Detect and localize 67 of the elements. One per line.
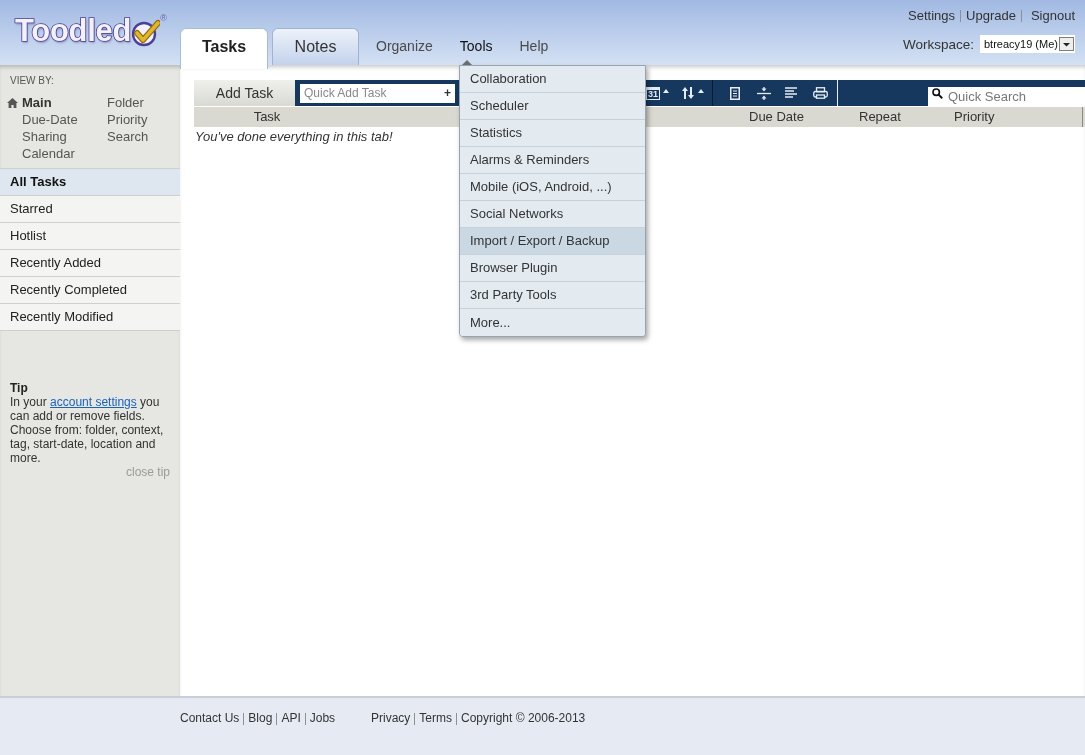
check-circle-icon bbox=[132, 19, 161, 47]
menu-item[interactable]: Mobile (iOS, Android, ...) bbox=[460, 174, 645, 201]
view-link[interactable]: Sharing bbox=[22, 128, 67, 145]
view-by-heading: VIEW BY: bbox=[9, 75, 55, 87]
view-link[interactable]: Calendar bbox=[22, 145, 75, 162]
tab[interactable]: Notes bbox=[272, 28, 359, 65]
tip-text: In your account settings you can add or remove fields. Choose from: folder, context, tag, start-date, location and more. bbox=[9, 395, 165, 465]
tab[interactable]: Tasks bbox=[180, 28, 268, 69]
view-link[interactable]: Priority bbox=[107, 111, 148, 128]
document-icon[interactable] bbox=[730, 86, 740, 100]
view-link[interactable]: Folder bbox=[107, 94, 144, 111]
lines-icon[interactable] bbox=[785, 87, 797, 99]
list-item[interactable]: Recently Added bbox=[0, 250, 180, 277]
menu-item[interactable]: Collaboration bbox=[460, 66, 645, 93]
copyright-text: Copyright © 2006-2013 bbox=[461, 711, 586, 726]
menu-item[interactable]: Alarms & Reminders bbox=[460, 147, 645, 174]
tip-title: Tip bbox=[9, 381, 29, 395]
menu-item[interactable]: Import / Export / Backup bbox=[460, 228, 645, 255]
footer-link[interactable]: Privacy bbox=[371, 711, 411, 726]
account-link[interactable]: Signout bbox=[1030, 8, 1075, 23]
collapse-icon[interactable] bbox=[757, 86, 771, 100]
home-icon bbox=[7, 97, 18, 108]
account-link[interactable]: Upgrade bbox=[966, 8, 1016, 23]
menu-item[interactable]: More... bbox=[460, 309, 645, 336]
menu-item[interactable]: Browser Plugin bbox=[460, 255, 645, 282]
list-item[interactable]: Recently Completed bbox=[0, 277, 180, 304]
expand-button[interactable]: + bbox=[444, 86, 451, 100]
footer-link[interactable]: Blog bbox=[248, 711, 273, 726]
menu-item[interactable]: Social Networks bbox=[460, 201, 645, 228]
registered-mark: ® bbox=[160, 13, 167, 23]
account-settings-link[interactable]: account settings bbox=[50, 395, 137, 409]
footer-link[interactable]: Contact Us bbox=[180, 711, 240, 726]
sort-arrows-icon[interactable] bbox=[681, 86, 695, 100]
list-item[interactable]: All Tasks bbox=[0, 169, 180, 196]
account-link[interactable]: Settings bbox=[908, 8, 956, 23]
nav-link[interactable]: Organize bbox=[376, 38, 433, 55]
caret-icon[interactable] bbox=[1059, 37, 1074, 51]
column-header[interactable]: Priority bbox=[954, 107, 1083, 127]
list-item[interactable]: Starred bbox=[0, 196, 180, 223]
footer-link[interactable]: Terms bbox=[419, 711, 452, 726]
print-icon[interactable] bbox=[813, 87, 828, 99]
list-item[interactable]: Recently Modified bbox=[0, 304, 180, 331]
view-link[interactable]: Search bbox=[107, 128, 149, 145]
column-header[interactable]: Due Date bbox=[749, 107, 859, 127]
menu-item[interactable]: 3rd Party Tools bbox=[460, 282, 645, 309]
list-item[interactable]: Hotlist bbox=[0, 223, 180, 250]
column-header[interactable]: Repeat bbox=[859, 107, 954, 127]
footer-link[interactable]: Jobs bbox=[309, 711, 336, 726]
workspace-select[interactable]: btreacy19 (Me) bbox=[980, 35, 1075, 53]
nav-link[interactable]: Tools bbox=[459, 38, 493, 55]
quick-add-field[interactable]: Quick Add Task + bbox=[300, 83, 455, 103]
pointer-icon bbox=[461, 60, 472, 65]
menu-item[interactable]: Scheduler bbox=[460, 93, 645, 120]
empty-message: You've done everything in this tab! bbox=[195, 129, 393, 144]
footer-link[interactable]: API bbox=[281, 711, 301, 726]
nav-link[interactable]: Help bbox=[519, 38, 549, 55]
view-link[interactable]: Main bbox=[22, 94, 52, 111]
search-field[interactable]: Quick Search bbox=[928, 86, 1085, 106]
menu-item[interactable]: Statistics bbox=[460, 120, 645, 147]
workspace-label: Workspace: bbox=[902, 35, 974, 53]
search-icon bbox=[932, 87, 943, 99]
view-link[interactable]: Due-Date bbox=[22, 111, 78, 128]
column-header[interactable]: Task bbox=[194, 107, 340, 127]
logo-wordmark: Toodled bbox=[15, 14, 132, 48]
add-task-button[interactable]: Add Task bbox=[194, 80, 295, 106]
caret-icon[interactable] bbox=[698, 89, 704, 93]
caret-icon[interactable] bbox=[663, 89, 669, 93]
